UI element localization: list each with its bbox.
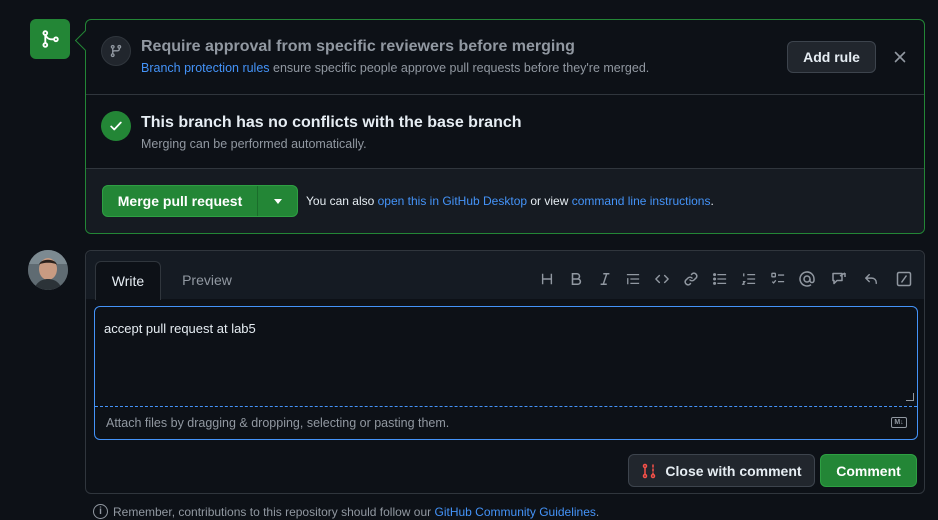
- open-github-desktop-link[interactable]: open this in GitHub Desktop: [378, 194, 527, 208]
- comment-tab-bar: Write Preview: [86, 251, 924, 300]
- also-prefix: You can also: [306, 194, 378, 208]
- issue-closed-icon: [643, 463, 656, 478]
- add-rule-button[interactable]: Add rule: [787, 41, 876, 73]
- remember-prefix: Remember, contributions to this reposito…: [113, 504, 435, 519]
- close-with-comment-button[interactable]: Close with comment: [628, 454, 815, 487]
- resize-handle[interactable]: [906, 393, 914, 401]
- italic-icon[interactable]: [596, 270, 614, 288]
- comment-form: Write Preview accept pull request at lab…: [85, 250, 925, 494]
- also-middle: or view: [527, 194, 572, 208]
- git-branch-icon: [101, 36, 131, 66]
- reply-icon[interactable]: [862, 270, 880, 288]
- conflicts-subtitle: Merging can be performed automatically.: [141, 137, 367, 151]
- comment-button[interactable]: Comment: [820, 454, 917, 487]
- avatar[interactable]: [28, 250, 68, 290]
- conflicts-section: This branch has no conflicts with the ba…: [86, 95, 924, 169]
- markdown-icon[interactable]: M↓: [891, 417, 907, 428]
- remember-text: Remember, contributions to this reposito…: [113, 505, 599, 519]
- tab-preview[interactable]: Preview: [171, 261, 243, 299]
- alternative-merge-text: You can also open this in GitHub Desktop…: [306, 194, 714, 208]
- remember-suffix: .: [595, 504, 600, 519]
- command-line-instructions-link[interactable]: command line instructions: [572, 194, 711, 208]
- attach-files-text: Attach files by dragging & dropping, sel…: [106, 416, 450, 430]
- dismiss-close-icon[interactable]: [890, 47, 910, 67]
- quote-icon[interactable]: [624, 270, 642, 288]
- branch-protection-section: Require approval from specific reviewers…: [86, 20, 924, 95]
- close-with-comment-label: Close with comment: [665, 462, 802, 479]
- code-icon[interactable]: [653, 270, 671, 288]
- protection-title: Require approval from specific reviewers…: [141, 38, 575, 55]
- mention-icon[interactable]: [798, 270, 816, 288]
- file-attachment-bar[interactable]: Attach files by dragging & dropping, sel…: [95, 406, 917, 439]
- slash-commands-icon[interactable]: [895, 270, 913, 288]
- branch-protection-rules-link[interactable]: Branch protection rules: [141, 61, 270, 75]
- community-guidelines-link[interactable]: GitHub Community Guidelines: [435, 505, 596, 519]
- ordered-list-icon[interactable]: [740, 270, 758, 288]
- merge-method-dropdown[interactable]: [258, 186, 297, 216]
- bold-icon[interactable]: [567, 270, 585, 288]
- merge-pull-request-button-group: Merge pull request: [102, 185, 298, 217]
- merge-pull-request-button[interactable]: Merge pull request: [103, 186, 258, 216]
- check-icon: [101, 111, 131, 141]
- git-merge-icon: [30, 19, 70, 59]
- merge-status-box: Require approval from specific reviewers…: [85, 19, 925, 234]
- also-suffix: .: [710, 194, 714, 208]
- task-list-icon[interactable]: [769, 270, 787, 288]
- protection-subtitle: Branch protection rules ensure specific …: [141, 61, 649, 75]
- merge-actions-section: Merge pull request You can also open thi…: [86, 169, 924, 233]
- link-icon[interactable]: [682, 270, 700, 288]
- tab-write[interactable]: Write: [95, 261, 161, 300]
- protection-subtitle-text: ensure specific people approve pull requ…: [269, 61, 650, 75]
- info-icon: i: [93, 504, 108, 519]
- chevron-down-icon: [273, 198, 282, 204]
- comment-text: accept pull request at lab5: [104, 321, 256, 336]
- heading-icon[interactable]: [538, 270, 556, 288]
- unordered-list-icon[interactable]: [711, 270, 729, 288]
- comment-textarea[interactable]: accept pull request at lab5 Attach files…: [94, 306, 918, 440]
- conflicts-title: This branch has no conflicts with the ba…: [141, 114, 522, 131]
- reference-icon[interactable]: [830, 270, 848, 288]
- community-guidelines-note: i Remember, contributions to this reposi…: [93, 504, 599, 519]
